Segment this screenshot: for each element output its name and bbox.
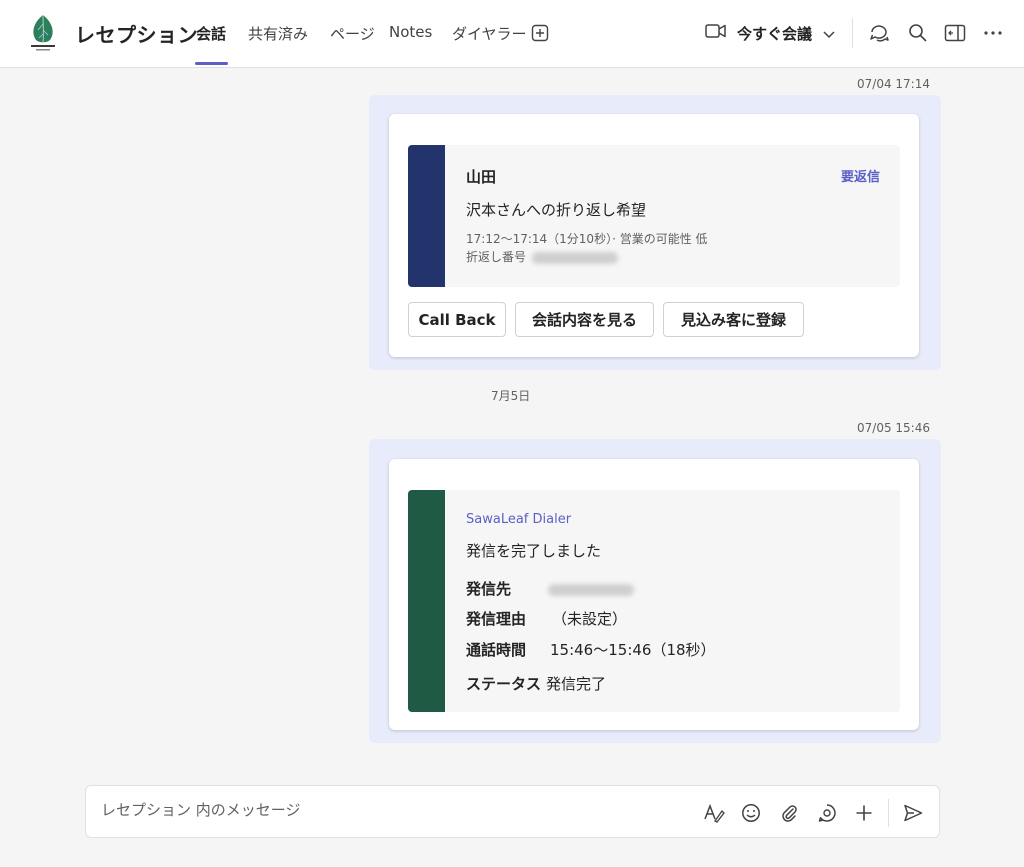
meet-now-label: 今すぐ会議 — [737, 24, 813, 43]
redacted-phone-number — [532, 251, 619, 264]
message-bubble: SawaLeaf Dialer 発信を完了しました 発信先 発信理由 （未設定）… — [369, 439, 941, 743]
video-camera-icon — [705, 23, 727, 43]
callback-number-line: 折返し番号 — [466, 248, 708, 266]
compose-divider — [888, 799, 889, 827]
field-value: 発信完了 — [546, 675, 607, 693]
emoji-icon[interactable] — [740, 802, 762, 824]
callback-message: 沢本さんへの折り返し希望 — [466, 201, 647, 219]
view-conversation-button[interactable]: 会話内容を見る — [515, 302, 654, 337]
field-value — [548, 580, 634, 598]
header-divider — [852, 18, 853, 48]
field-label: 通話時間 — [466, 641, 527, 659]
callback-card: 山田 要返信 沢本さんへの折り返し希望 17:12～17:14（1分10秒）· … — [389, 114, 919, 357]
channel-title: レセプション — [75, 23, 198, 47]
date-separator: 7月5日 — [491, 389, 531, 403]
field-value: （未設定） — [552, 610, 628, 628]
send-icon[interactable] — [902, 802, 924, 824]
loop-icon[interactable] — [816, 802, 838, 824]
card-accent-bar — [408, 145, 445, 287]
team-logo — [28, 14, 58, 52]
tab-shared[interactable]: 共有済み — [248, 23, 308, 44]
plus-icon[interactable] — [853, 802, 875, 824]
dialer-app-name: SawaLeaf Dialer — [466, 512, 572, 527]
message-timestamp: 07/04 17:14 — [857, 77, 930, 91]
field-label: 発信理由 — [466, 610, 527, 628]
call-back-button[interactable]: Call Back — [408, 302, 506, 337]
message-bubble: 山田 要返信 沢本さんへの折り返し希望 17:12～17:14（1分10秒）· … — [369, 95, 941, 370]
field-label: ステータス — [466, 675, 542, 693]
add-tab-icon[interactable] — [530, 23, 550, 43]
callback-card-body: 山田 要返信 沢本さんへの折り返し希望 17:12～17:14（1分10秒）· … — [408, 145, 900, 287]
channel-header: レセプション 会話 共有済み ページ Notes ダイヤラー 今すぐ会議 — [0, 0, 1024, 68]
tab-notes[interactable]: Notes — [389, 23, 432, 41]
field-label: 発信先 — [466, 580, 512, 598]
message-timestamp: 07/05 15:46 — [857, 421, 930, 435]
call-duration-line: 17:12～17:14（1分10秒）· 営業の可能性 低 — [466, 232, 708, 246]
tab-dialer[interactable]: ダイヤラー — [452, 23, 527, 44]
attach-icon[interactable] — [778, 802, 800, 824]
chevron-down-icon[interactable] — [822, 24, 836, 43]
card-accent-bar — [408, 490, 445, 712]
meet-now-button[interactable]: 今すぐ会議 — [705, 20, 836, 46]
message-input[interactable] — [101, 801, 661, 819]
call-meta: 17:12～17:14（1分10秒）· 営業の可能性 低 折返し番号 — [466, 230, 708, 266]
reply-required-badge: 要返信 — [840, 170, 880, 185]
register-lead-button[interactable]: 見込み客に登録 — [663, 302, 804, 337]
call-status-line: 発信を完了しました — [466, 542, 602, 560]
tab-pages[interactable]: ページ — [330, 23, 375, 44]
panel-icon[interactable] — [944, 22, 966, 44]
tab-conversation[interactable]: 会話 — [196, 23, 226, 44]
caller-name: 山田 — [466, 168, 497, 186]
active-tab-indicator — [195, 62, 228, 65]
compose-box — [85, 785, 940, 838]
search-icon[interactable] — [907, 22, 929, 44]
callback-number-label: 折返し番号 — [466, 250, 527, 264]
dialer-card-body: SawaLeaf Dialer 発信を完了しました 発信先 発信理由 （未設定）… — [408, 490, 900, 712]
field-value: 15:46～15:46（18秒） — [550, 641, 716, 659]
more-icon[interactable] — [982, 22, 1004, 44]
dialer-card: SawaLeaf Dialer 発信を完了しました 発信先 発信理由 （未設定）… — [389, 459, 919, 730]
chat-icon[interactable] — [868, 22, 890, 44]
format-icon[interactable] — [703, 802, 725, 824]
redacted-phone-number — [548, 583, 634, 596]
